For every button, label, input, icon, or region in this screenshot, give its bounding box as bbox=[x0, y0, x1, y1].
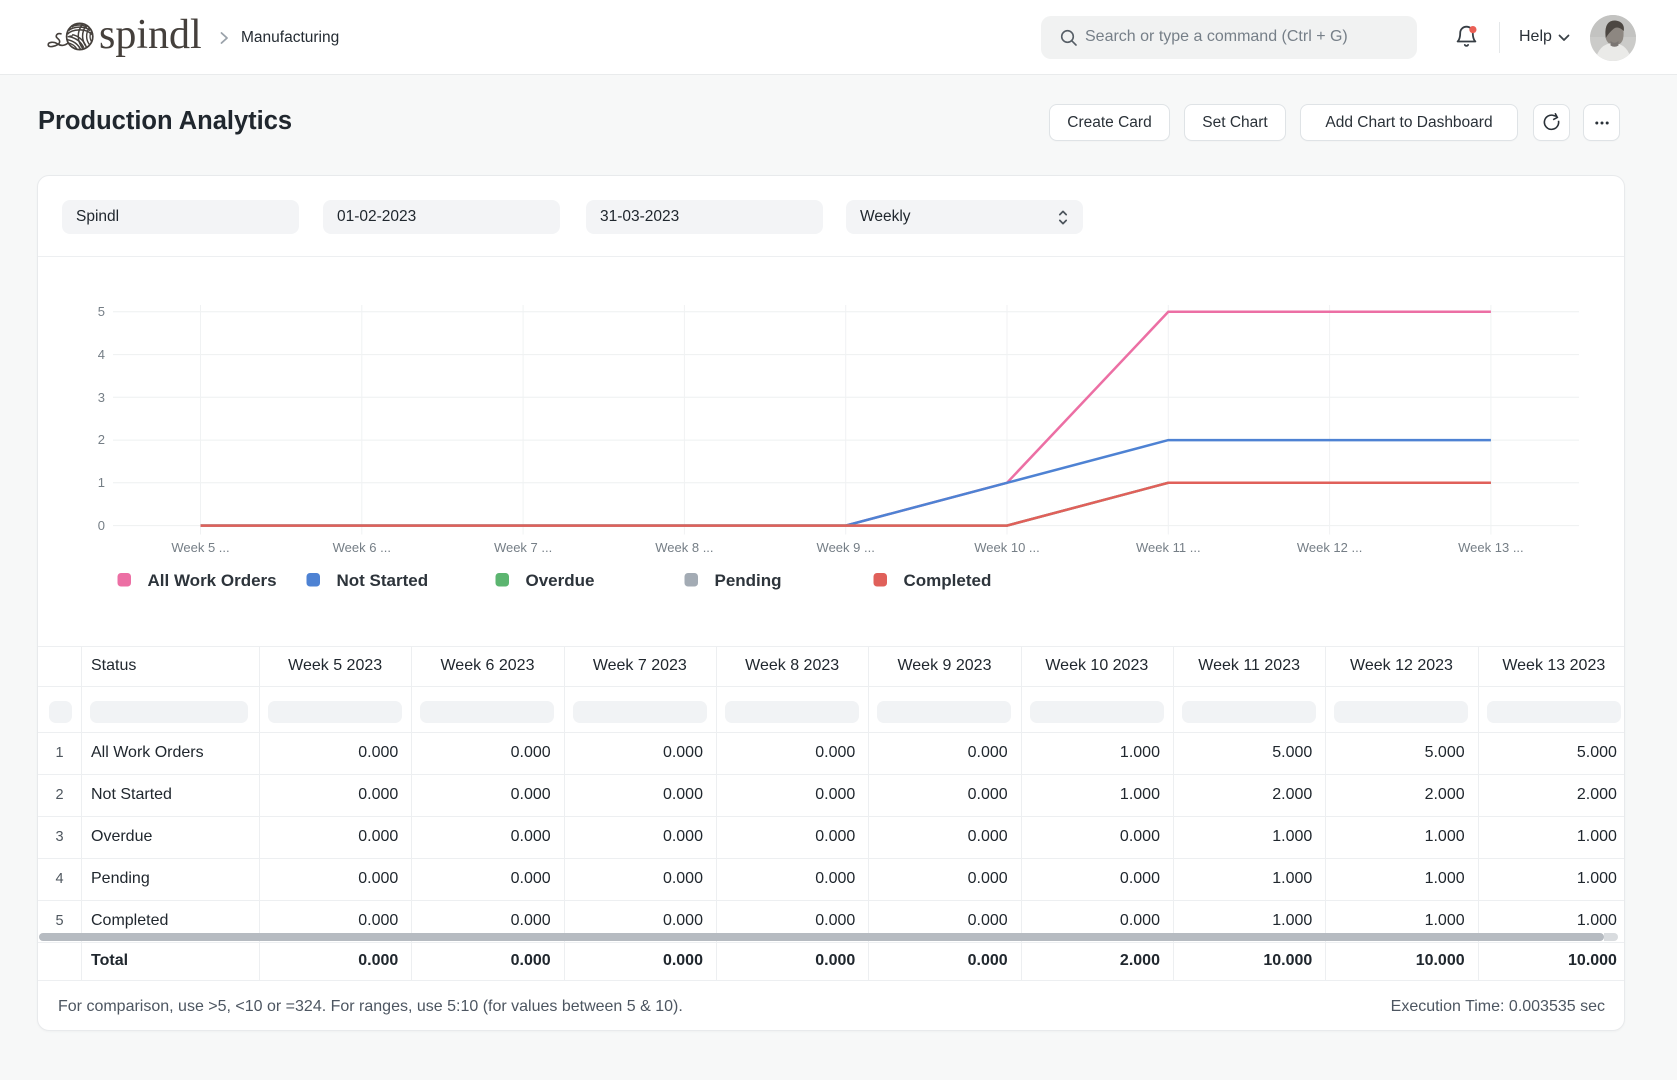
svg-text:Overdue: Overdue bbox=[526, 571, 595, 590]
svg-text:All Work Orders: All Work Orders bbox=[148, 571, 277, 590]
svg-text:Pending: Pending bbox=[715, 571, 782, 590]
svg-text:Week 11 ...: Week 11 ... bbox=[1136, 540, 1201, 555]
svg-text:0: 0 bbox=[98, 518, 105, 533]
svg-text:3: 3 bbox=[98, 390, 105, 405]
svg-text:Week 6 ...: Week 6 ... bbox=[333, 540, 391, 555]
svg-text:Week 13 ...: Week 13 ... bbox=[1458, 540, 1524, 555]
svg-text:1: 1 bbox=[98, 475, 105, 490]
svg-text:Not Started: Not Started bbox=[337, 571, 429, 590]
svg-text:Completed: Completed bbox=[904, 571, 992, 590]
svg-text:Week 10 ...: Week 10 ... bbox=[974, 540, 1040, 555]
svg-text:4: 4 bbox=[98, 347, 105, 362]
svg-text:Week 5 ...: Week 5 ... bbox=[171, 540, 229, 555]
svg-text:5: 5 bbox=[98, 304, 105, 319]
svg-text:Week 7 ...: Week 7 ... bbox=[494, 540, 552, 555]
svg-text:Week 12 ...: Week 12 ... bbox=[1297, 540, 1363, 555]
svg-text:Week 8 ...: Week 8 ... bbox=[655, 540, 713, 555]
svg-text:2: 2 bbox=[98, 432, 105, 447]
svg-text:Week 9 ...: Week 9 ... bbox=[817, 540, 875, 555]
